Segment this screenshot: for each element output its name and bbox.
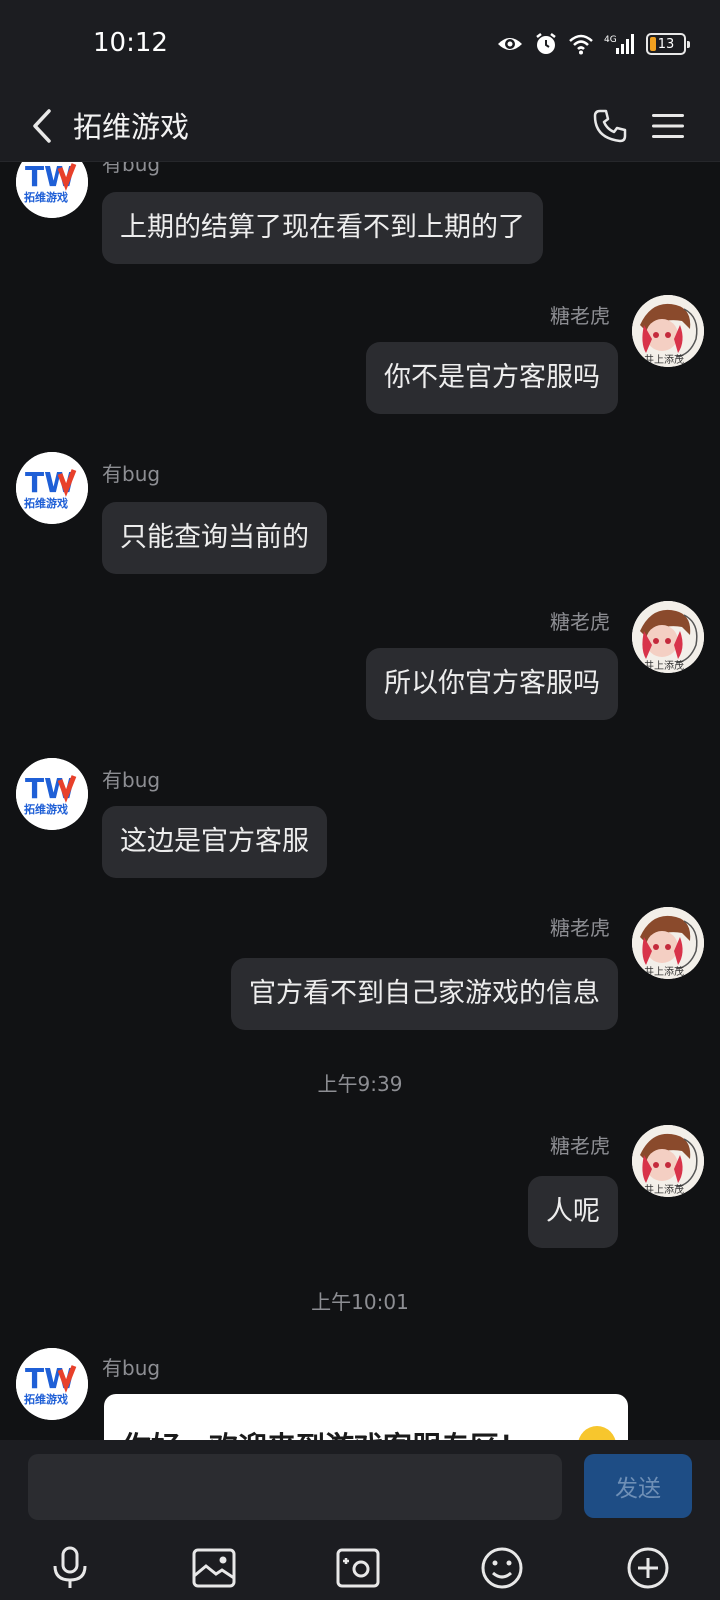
svg-text:井上添茂: 井上添茂: [644, 659, 684, 672]
alarm-icon: [536, 33, 556, 54]
anime-girl-avatar-icon: 井上添茂: [632, 601, 704, 673]
winking-face-icon: [578, 1426, 616, 1440]
anime-girl-avatar-icon: 井上添茂: [632, 295, 704, 367]
svg-text:拓维游戏: 拓维游戏: [24, 496, 68, 510]
chat-header: 拓维游戏: [0, 90, 720, 162]
message-input[interactable]: [28, 1454, 562, 1520]
svg-text:拓维游戏: 拓维游戏: [24, 802, 68, 816]
message-bubble-outgoing[interactable]: 你不是官方客服吗: [366, 342, 618, 414]
agent-avatar[interactable]: TW 拓维游戏: [16, 162, 88, 218]
message-bubble-outgoing[interactable]: 所以你官方客服吗: [366, 648, 618, 720]
camera-icon: [336, 1548, 380, 1588]
image-button[interactable]: [186, 1540, 242, 1596]
voice-button[interactable]: [42, 1540, 98, 1596]
eye-icon: [498, 38, 522, 50]
status-bar: 10:12 4G 13: [0, 0, 720, 90]
emoji-icon: [481, 1547, 523, 1589]
agent-avatar[interactable]: TW 拓维游戏: [16, 1348, 88, 1420]
message-bubble-outgoing[interactable]: 官方看不到自己家游戏的信息: [231, 958, 618, 1030]
welcome-card-text: 你好，欢迎来到游戏客服专区！: [122, 1424, 528, 1440]
battery-level: 13: [657, 36, 675, 52]
status-time: 10:12: [93, 28, 168, 58]
call-button[interactable]: [584, 100, 636, 152]
sender-name: 糖老虎: [550, 916, 610, 940]
back-button[interactable]: [16, 98, 68, 154]
sender-name: 有bug: [102, 462, 161, 486]
user-avatar[interactable]: 井上添茂: [632, 907, 704, 979]
agent-avatar[interactable]: TW 拓维游戏: [16, 452, 88, 524]
camera-button[interactable]: [330, 1540, 386, 1596]
sender-name: 有bug: [102, 768, 161, 792]
message-composer: 发送: [0, 1440, 720, 1600]
chat-title: 拓维游戏: [73, 110, 190, 144]
anime-girl-avatar-icon: 井上添茂: [632, 907, 704, 979]
message-timestamp: 上午9:39: [317, 1072, 403, 1096]
svg-text:拓维游戏: 拓维游戏: [24, 1392, 68, 1406]
svg-text:拓维游戏: 拓维游戏: [24, 190, 68, 204]
svg-text:井上添茂: 井上添茂: [644, 965, 684, 978]
user-avatar[interactable]: 井上添茂: [632, 1125, 704, 1197]
sender-name: 有bug: [102, 1356, 161, 1380]
svg-text:井上添茂: 井上添茂: [644, 1183, 684, 1196]
talkweb-logo-icon: TW 拓维游戏: [16, 758, 88, 830]
more-actions-button[interactable]: [620, 1540, 676, 1596]
svg-text:4G: 4G: [604, 35, 617, 45]
battery-icon: 13: [646, 33, 690, 55]
user-avatar[interactable]: 井上添茂: [632, 601, 704, 673]
anime-girl-avatar-icon: 井上添茂: [632, 1125, 704, 1197]
sender-name: 糖老虎: [550, 304, 610, 328]
phone-icon: [593, 109, 627, 143]
talkweb-logo-icon: TW 拓维游戏: [16, 452, 88, 524]
sender-name: 有bug: [102, 162, 161, 176]
sender-name: 糖老虎: [550, 1134, 610, 1158]
message-list[interactable]: TW 拓维游戏 有bug 上期的结算了现在看不到上期的了 糖老虎 井上添茂 你不…: [0, 162, 720, 1440]
talkweb-logo-icon: TW 拓维游戏: [16, 1348, 88, 1420]
welcome-card[interactable]: 你好，欢迎来到游戏客服专区！: [104, 1394, 628, 1440]
message-bubble-outgoing[interactable]: 人呢: [528, 1176, 618, 1248]
agent-avatar[interactable]: TW 拓维游戏: [16, 758, 88, 830]
message-bubble-incoming[interactable]: 只能查询当前的: [102, 502, 327, 574]
more-menu-button[interactable]: [642, 100, 694, 152]
wifi-icon: [569, 34, 593, 55]
user-avatar[interactable]: 井上添茂: [632, 295, 704, 367]
image-icon: [192, 1548, 236, 1588]
chevron-left-icon: [33, 109, 51, 143]
emoji-button[interactable]: [474, 1540, 530, 1596]
send-button[interactable]: 发送: [584, 1454, 692, 1518]
talkweb-logo-icon: TW 拓维游戏: [16, 162, 88, 218]
plus-icon: [627, 1547, 669, 1589]
message-bubble-incoming[interactable]: 这边是官方客服: [102, 806, 327, 878]
status-icons: 4G 13: [496, 30, 690, 58]
message-timestamp: 上午10:01: [311, 1290, 409, 1314]
hamburger-menu-icon: [652, 114, 684, 138]
microphone-icon: [53, 1546, 87, 1588]
svg-text:井上添茂: 井上添茂: [644, 353, 684, 366]
sender-name: 糖老虎: [550, 610, 610, 634]
message-bubble-incoming[interactable]: 上期的结算了现在看不到上期的了: [102, 192, 543, 264]
signal-icon: 4G: [604, 34, 634, 54]
